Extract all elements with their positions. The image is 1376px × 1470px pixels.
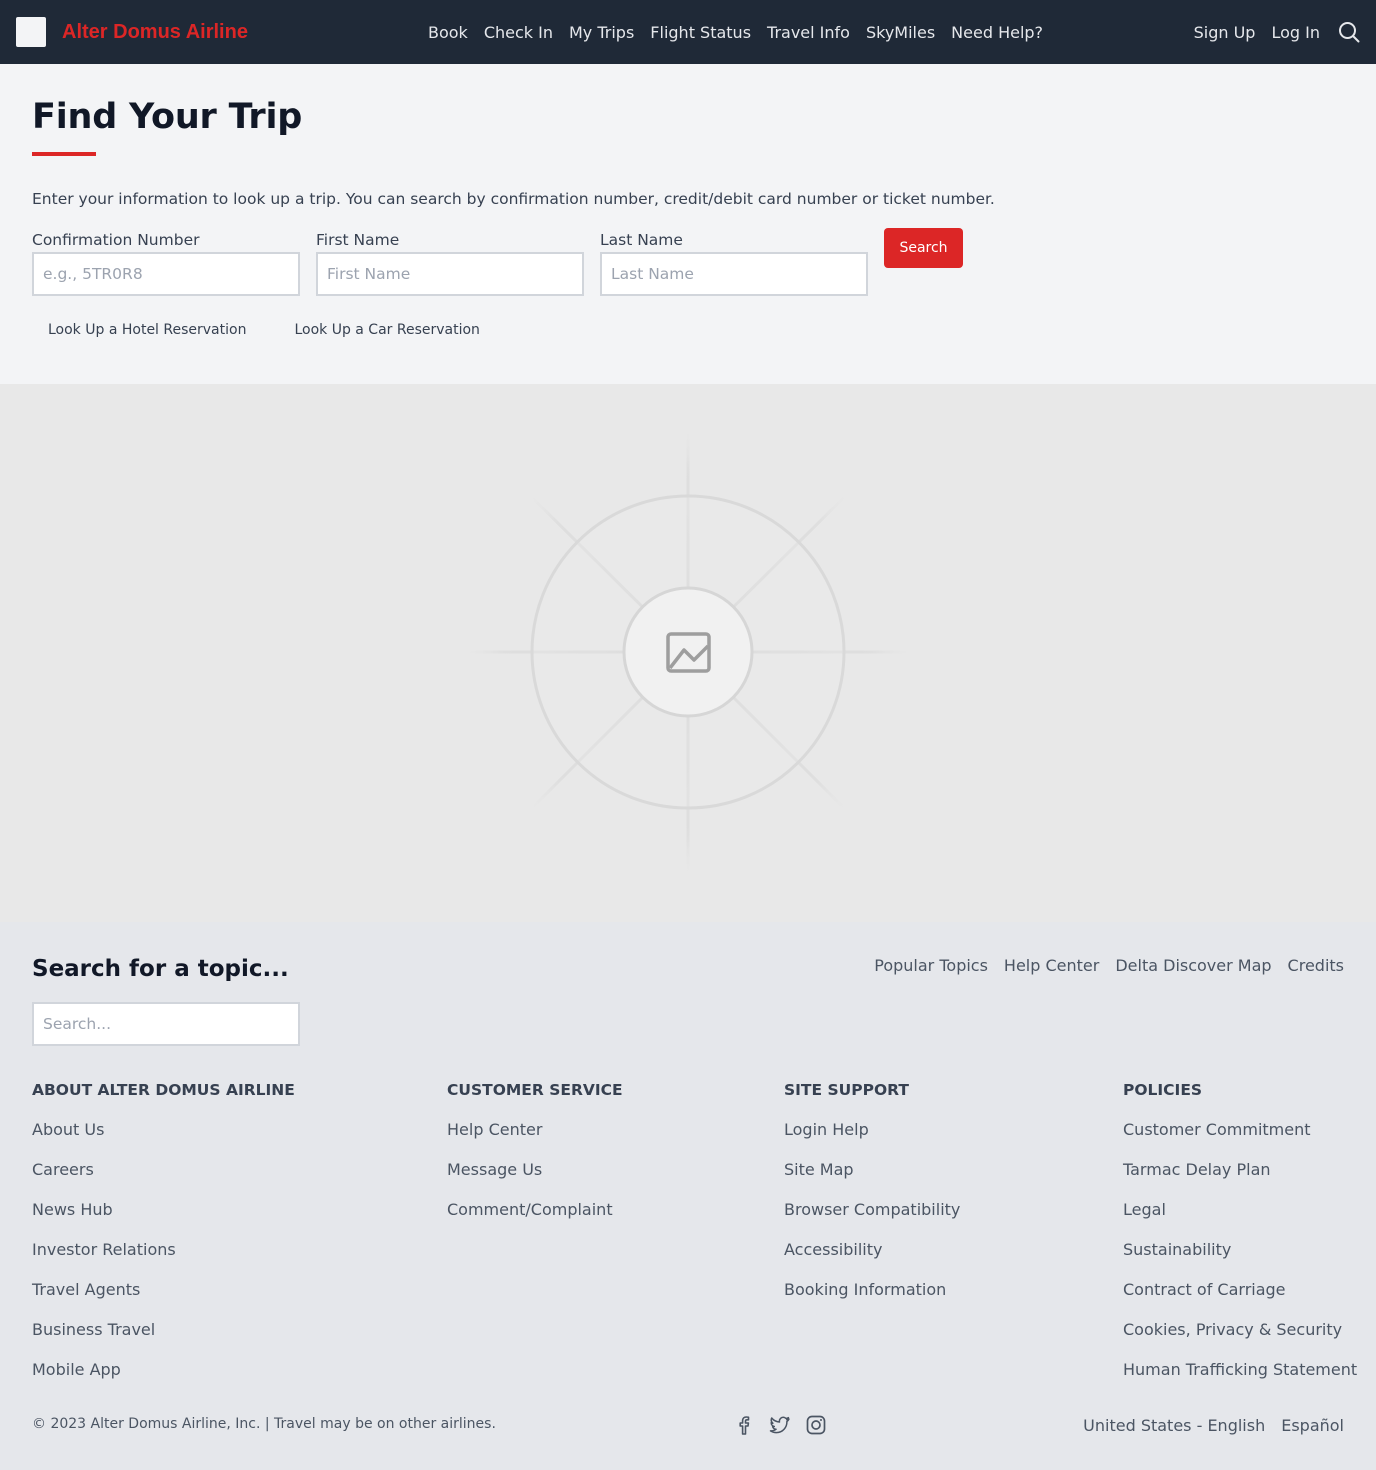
column-heading: ABOUT ALTER DOMUS AIRLINE (32, 1081, 295, 1099)
footer-link[interactable]: Help Center (447, 1120, 623, 1160)
locale-english-link[interactable]: United States - English (1083, 1416, 1265, 1435)
footer-link[interactable]: Customer Commitment (1123, 1120, 1357, 1160)
footer-link[interactable]: Booking Information (784, 1280, 960, 1320)
popular-topics-link[interactable]: Popular Topics (874, 956, 988, 975)
brand-name[interactable]: Alter Domus Airline (62, 21, 248, 44)
credits-link[interactable]: Credits (1288, 956, 1344, 975)
nav-item-check-in[interactable]: Check In (476, 23, 561, 42)
hero-image-placeholder (0, 384, 1376, 922)
last-name-field-group: Last Name (600, 230, 868, 296)
footer-link[interactable]: Accessibility (784, 1240, 960, 1280)
topic-search-input[interactable] (32, 1002, 300, 1046)
locale-links: United States - English Español (1067, 1416, 1344, 1435)
discover-map-link[interactable]: Delta Discover Map (1115, 956, 1271, 975)
nav-item-my-trips[interactable]: My Trips (561, 23, 642, 42)
footer-link[interactable]: Login Help (784, 1120, 960, 1160)
footer-link[interactable]: Message Us (447, 1160, 623, 1200)
footer-link[interactable]: Comment/Complaint (447, 1200, 623, 1240)
first-name-label: First Name (316, 231, 400, 249)
hotel-lookup-link[interactable]: Look Up a Hotel Reservation (48, 322, 246, 338)
footer-column-site-support: SITE SUPPORT Login Help Site Map Browser… (784, 1080, 960, 1320)
sign-up-link[interactable]: Sign Up (1186, 23, 1264, 42)
footer-link[interactable]: About Us (32, 1120, 295, 1160)
search-button[interactable]: Search (884, 228, 963, 268)
social-links (733, 1414, 827, 1436)
car-lookup-link[interactable]: Look Up a Car Reservation (294, 322, 479, 338)
column-heading: CUSTOMER SERVICE (447, 1081, 623, 1099)
footer-column-policies: POLICIES Customer Commitment Tarmac Dela… (1123, 1080, 1357, 1400)
topic-search-title: Search for a topic... (32, 956, 289, 982)
confirmation-number-input[interactable] (32, 252, 300, 296)
confirmation-label: Confirmation Number (32, 231, 200, 249)
instagram-icon[interactable] (805, 1414, 827, 1436)
top-navigation: Alter Domus Airline Book Check In My Tri… (0, 0, 1376, 64)
title-underline (32, 152, 96, 156)
search-icon[interactable] (1338, 21, 1360, 43)
copyright-text: © 2023 Alter Domus Airline, Inc. | Trave… (32, 1416, 496, 1432)
nav-item-need-help[interactable]: Need Help? (943, 23, 1051, 42)
footer-link[interactable]: News Hub (32, 1200, 295, 1240)
footer-link[interactable]: Human Trafficking Statement (1123, 1360, 1357, 1400)
footer-link[interactable]: Mobile App (32, 1360, 295, 1400)
topic-links: Popular Topics Help Center Delta Discove… (858, 956, 1344, 975)
page-title: Find Your Trip (32, 97, 303, 137)
column-heading: SITE SUPPORT (784, 1081, 909, 1099)
footer-link[interactable]: Site Map (784, 1160, 960, 1200)
logo-icon[interactable] (16, 17, 46, 47)
footer-link[interactable]: Business Travel (32, 1320, 295, 1360)
footer-link[interactable]: Contract of Carriage (1123, 1280, 1357, 1320)
trip-search-form: Confirmation Number First Name Last Name (32, 230, 884, 296)
footer-link[interactable]: Cookies, Privacy & Security (1123, 1320, 1357, 1360)
footer: Search for a topic... Popular Topics Hel… (0, 922, 1376, 1470)
footer-column-about: ABOUT ALTER DOMUS AIRLINE About Us Caree… (32, 1080, 295, 1400)
first-name-input[interactable] (316, 252, 584, 296)
first-name-field-group: First Name (316, 230, 584, 296)
nav-item-travel-info[interactable]: Travel Info (759, 23, 858, 42)
log-in-link[interactable]: Log In (1263, 23, 1328, 42)
footer-link[interactable]: Investor Relations (32, 1240, 295, 1280)
footer-link[interactable]: Tarmac Delay Plan (1123, 1160, 1357, 1200)
locale-spanish-link[interactable]: Español (1281, 1416, 1344, 1435)
facebook-icon[interactable] (733, 1414, 755, 1436)
find-trip-section: Find Your Trip Enter your information to… (0, 64, 1376, 384)
last-name-input[interactable] (600, 252, 868, 296)
footer-column-customer-service: CUSTOMER SERVICE Help Center Message Us … (447, 1080, 623, 1240)
nav-item-book[interactable]: Book (420, 23, 476, 42)
column-heading: POLICIES (1123, 1081, 1203, 1099)
footer-link[interactable]: Travel Agents (32, 1280, 295, 1320)
confirmation-field-group: Confirmation Number (32, 230, 300, 296)
footer-link[interactable]: Sustainability (1123, 1240, 1357, 1280)
help-center-link[interactable]: Help Center (1004, 956, 1099, 975)
footer-link[interactable]: Browser Compatibility (784, 1200, 960, 1240)
image-placeholder-graphic (468, 434, 908, 872)
twitter-icon[interactable] (769, 1414, 791, 1436)
nav-item-flight-status[interactable]: Flight Status (642, 23, 759, 42)
intro-text: Enter your information to look up a trip… (32, 190, 995, 208)
reservation-lookups: Look Up a Hotel Reservation Look Up a Ca… (48, 322, 528, 338)
main-nav: Book Check In My Trips Flight Status Tra… (420, 0, 1051, 64)
nav-item-skymiles[interactable]: SkyMiles (858, 23, 943, 42)
footer-link[interactable]: Legal (1123, 1200, 1357, 1240)
account-nav: Sign Up Log In (1186, 0, 1360, 64)
last-name-label: Last Name (600, 231, 683, 249)
footer-link[interactable]: Careers (32, 1160, 295, 1200)
